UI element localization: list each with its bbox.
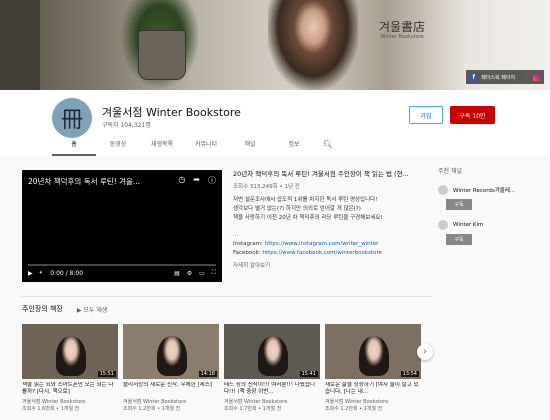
play-all-button[interactable]: ▶ 모두 재생 (77, 305, 108, 314)
tab-home[interactable]: 홈 (52, 138, 96, 156)
featured-channels: 주천 채널 Winter Records겨울레... 구독 Winter Kim… (438, 166, 548, 255)
theater-icon[interactable]: ▭ (199, 270, 205, 277)
tab-community[interactable]: 커뮤니티 (184, 138, 228, 156)
channel-tabs: 홈 동영상 재생목록 커뮤니티 채널 정보 🔍︎ (52, 138, 340, 156)
facebook-link[interactable]: https://www.facebook.com/winterbookstore (262, 250, 382, 256)
section-divider (22, 296, 432, 297)
instagram-line: Instagram: https://www.instagram.com/wri… (233, 240, 433, 249)
player-top-icons: ◷ ➦ ⓘ (178, 175, 216, 186)
video-meta: 조회수 1.2만회 • 1개월 전 (325, 406, 383, 412)
featured-video-title[interactable]: 20년차 책덕후의 독서 루틴! 겨울서점 주인장이 책 읽는 법 (현... (233, 168, 433, 178)
subtitles-icon[interactable]: ▤ (174, 270, 180, 277)
channel-search-icon[interactable]: 🔍︎ (316, 138, 340, 156)
playlist-section-title[interactable]: 주인장의 책장 (22, 304, 63, 314)
player-progress-bar[interactable] (28, 264, 216, 266)
watch-later-icon[interactable]: ◷ (178, 175, 185, 186)
featured-channel-item[interactable]: Winter Kim (438, 220, 548, 230)
banner-portrait (268, 0, 358, 90)
featured-channel-subscribe-button[interactable]: 구독 (446, 234, 472, 245)
tab-about[interactable]: 정보 (272, 138, 316, 156)
featured-video-info: 20년차 책덕후의 독서 루틴! 겨울서점 주인장이 책 읽는 법 (현... … (233, 168, 433, 269)
video-meta: 조회수 1.2만회 • 1개월 전 (123, 406, 181, 412)
featured-video-player[interactable]: 20년차 책덕후의 독서 루틴! 겨울... ◷ ➦ ⓘ ▶ 🔈︎ 0:00 /… (22, 170, 222, 282)
featured-channel-name[interactable]: Winter Kim (453, 222, 483, 228)
player-time: 0:00 / 8:00 (50, 269, 84, 277)
video-card[interactable]: 15:41 테드 창의 신작이!!! 여러분!!! 나왔습니다!!! (책 중장… (224, 324, 320, 412)
facebook-label: Facebook: (233, 250, 261, 256)
banner-pot (138, 30, 186, 80)
featured-video-description: 저번 설문조사에서 압도적 1위를 차지한 독서 루틴 영상입니다! 생각보다 … (233, 196, 433, 258)
banner-door (0, 0, 40, 90)
channel-avatar-small[interactable] (438, 185, 448, 195)
read-more-link[interactable]: 자세히 알아보기 (233, 261, 433, 269)
video-channel[interactable]: 겨울서점 Winter Bookstore (22, 398, 118, 405)
video-title[interactable]: 책을 읽는 뇌와 스마트폰만 모는 뇌는 다를까? [다시, 책으로] (22, 382, 118, 396)
main-content: 20년차 책덕후의 독서 루틴! 겨울... ◷ ➦ ⓘ ▶ 🔈︎ 0:00 /… (0, 156, 550, 420)
join-button[interactable]: 가입 (409, 106, 443, 124)
facebook-icon[interactable]: f (470, 73, 478, 81)
instagram-link[interactable]: https://www.instagram.com/writer_winter (265, 241, 379, 247)
subscriber-count: 구독자 104,321명 (102, 122, 151, 129)
tab-channels[interactable]: 채널 (228, 138, 272, 156)
description-line: 책을 사랑하기 이전 20년 차 책덕후의 리딩 루틴을 구경해보세요! (233, 215, 383, 221)
video-channel[interactable]: 겨울서점 Winter Bookstore (123, 398, 219, 405)
video-thumbnail[interactable]: 15:51 (22, 324, 118, 379)
subscribe-button[interactable]: 구독 10만 (450, 106, 495, 124)
playlist-section-header: 주인장의 책장 ▶ 모두 재생 (22, 304, 107, 314)
channel-avatar-small[interactable] (438, 220, 448, 230)
channel-avatar[interactable]: 冊 (52, 98, 92, 138)
description-line: 저번 설문조사에서 압도적 1위를 차지한 독서 루틴 영상입니다! (233, 197, 378, 203)
tab-playlists[interactable]: 재생목록 (140, 138, 184, 156)
volume-icon[interactable]: 🔈︎ (40, 269, 44, 277)
video-duration: 15:51 (97, 371, 116, 377)
instagram-label: Instagram: (233, 241, 263, 247)
playlist-shelf: 15:51 책을 읽는 뇌와 스마트폰만 모는 뇌는 다를까? [다시, 책으로… (22, 324, 421, 412)
video-meta: 조회수 1.7만회 • 1개월 전 (224, 406, 282, 412)
instagram-icon[interactable] (533, 73, 540, 81)
video-title[interactable]: 새로운 삶을 상상하기 [여자 둘이 살고 있습니다, [나는 내... (325, 382, 421, 396)
video-title[interactable]: 플리저상의 새로운 신작, 우체한 [세스] (123, 382, 219, 396)
video-thumbnail[interactable]: 15:41 (224, 324, 320, 379)
info-icon[interactable]: ⓘ (208, 175, 216, 186)
video-channel[interactable]: 겨울서점 Winter Bookstore (325, 398, 421, 405)
settings-icon[interactable]: ⚙ (187, 270, 192, 277)
video-thumbnail[interactable]: 14:18 (123, 324, 219, 379)
featured-channel-subscribe-button[interactable]: 구독 (446, 199, 472, 210)
channel-header: 冊 겨울서점 Winter Bookstore 구독자 104,321명 가입 … (0, 90, 550, 156)
video-duration: 15:41 (299, 371, 318, 377)
share-icon[interactable]: ➦ (193, 175, 200, 186)
player-controls: ▶ 🔈︎ 0:00 / 8:00 ▤ ⚙ ▭ ⛶ (28, 267, 216, 279)
tab-videos[interactable]: 동영상 (96, 138, 140, 156)
video-thumbnail[interactable]: 13:54 (325, 324, 421, 379)
featured-channel-item[interactable]: Winter Records겨울레... (438, 185, 548, 195)
banner-social-links[interactable]: f 페이스북 페이지 (466, 70, 544, 84)
play-icon[interactable]: ▶ (28, 270, 33, 277)
video-card[interactable]: 13:54 새로운 삶을 상상하기 [여자 둘이 살고 있습니다, [나는 내.… (325, 324, 421, 412)
banner-brand-sub: Winter Bookstore (380, 34, 424, 40)
channel-name: 겨울서점 Winter Bookstore (102, 106, 241, 119)
video-title[interactable]: 테드 창의 신작이!!! 여러분!!! 나왔습니다!!! (책 중장 이번... (224, 382, 320, 396)
featured-video-meta: 조회수 313,249회 • 1년 전 (233, 184, 300, 190)
video-meta: 조회수 1.6만회 • 1개월 전 (22, 406, 80, 412)
description-ellipsis: ... (233, 232, 239, 238)
banner-brand: 겨울書店 (378, 20, 426, 34)
video-card[interactable]: 15:51 책을 읽는 뇌와 스마트폰만 모는 뇌는 다를까? [다시, 책으로… (22, 324, 118, 412)
featured-channels-heading: 주천 채널 (438, 168, 462, 175)
facebook-line: Facebook: https://www.facebook.com/winte… (233, 249, 433, 258)
video-channel[interactable]: 겨울서점 Winter Bookstore (224, 398, 320, 405)
channel-banner: 겨울書店 Winter Bookstore f 페이스북 페이지 (0, 0, 550, 90)
player-title[interactable]: 20년차 책덕후의 독서 루틴! 겨울... (28, 176, 140, 187)
featured-channel-name[interactable]: Winter Records겨울레... (453, 186, 515, 194)
facebook-link-label[interactable]: 페이스북 페이지 (481, 74, 515, 81)
description-line: 생각보다 별거 없는(?) 하지만 의외로 얻어갈 게 많은(?) (233, 206, 361, 212)
fullscreen-icon[interactable]: ⛶ (212, 269, 216, 277)
video-duration: 14:18 (198, 371, 217, 377)
video-duration: 13:54 (400, 371, 419, 377)
shelf-next-arrow-icon[interactable]: › (417, 344, 433, 360)
video-card[interactable]: 14:18 플리저상의 새로운 신작, 우체한 [세스] 겨울서점 Winter… (123, 324, 219, 412)
